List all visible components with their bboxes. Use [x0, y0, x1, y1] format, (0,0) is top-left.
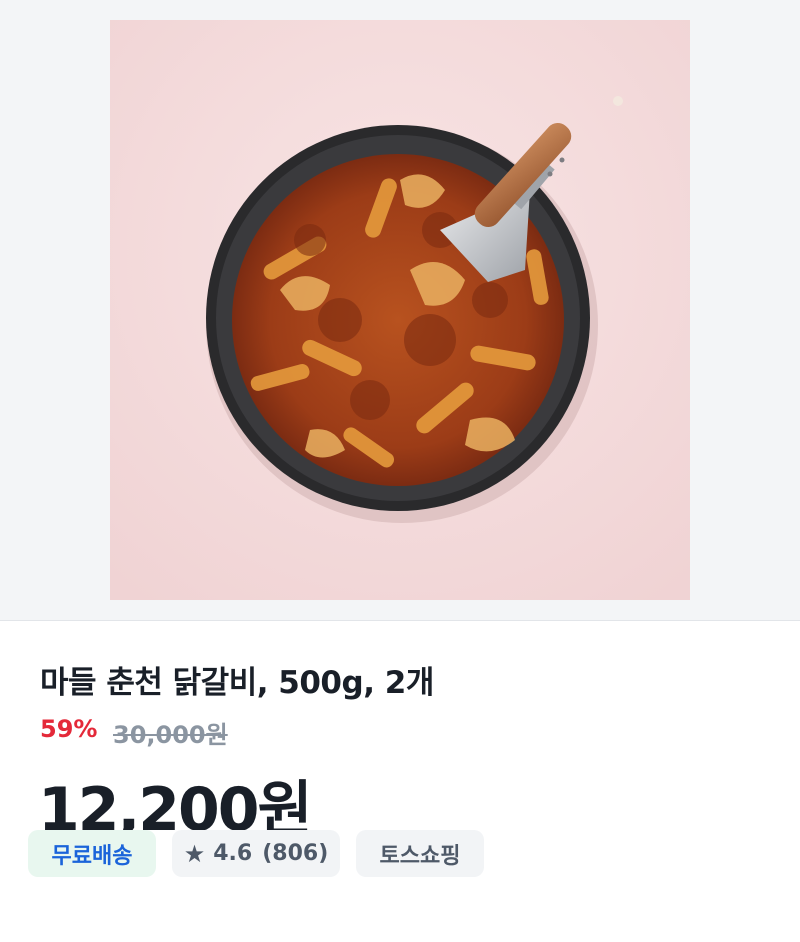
- star-icon: ★: [183, 839, 206, 868]
- original-price: 30,000원: [113, 721, 228, 749]
- rating-badge[interactable]: ★ 4.6 (806): [172, 830, 340, 877]
- seller-badge[interactable]: 토스쇼핑: [356, 830, 484, 877]
- product-image-area: [0, 0, 800, 621]
- seller-label: 토스쇼핑: [379, 843, 461, 869]
- product-title: 마들 춘천 닭갈비, 500g, 2개: [40, 665, 434, 701]
- review-count: (806): [262, 841, 329, 866]
- discount-rate: 59%: [40, 715, 98, 743]
- free-shipping-badge: 무료배송: [28, 830, 156, 877]
- dakgalbi-pan-illustration: [110, 20, 690, 600]
- product-photo[interactable]: [110, 20, 690, 600]
- rating-value: 4.6: [213, 841, 253, 866]
- product-info: 마들 춘천 닭갈비, 500g, 2개 59% 30,000원 12,200원 …: [0, 621, 800, 942]
- free-shipping-label: 무료배송: [51, 843, 133, 869]
